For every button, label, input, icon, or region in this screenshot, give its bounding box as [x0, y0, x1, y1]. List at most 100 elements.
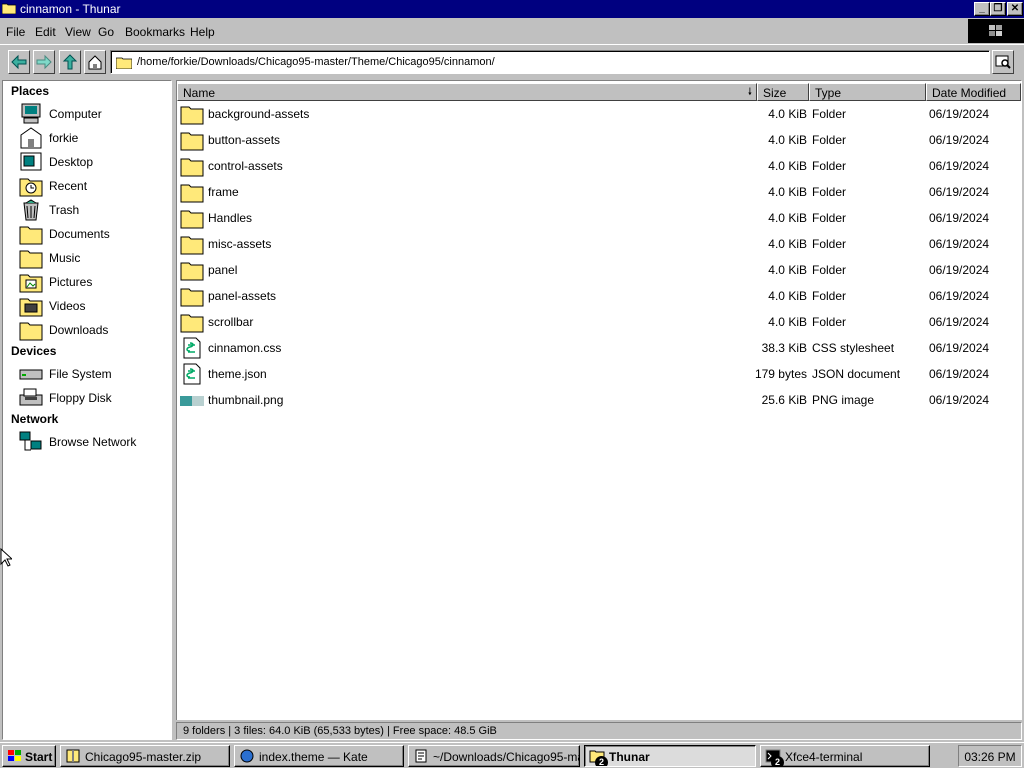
file-size: 25.6 KiB	[761, 393, 807, 407]
task-label: index.theme — Kate	[259, 750, 368, 764]
sidebar-item-floppy-disk[interactable]: Floppy Disk	[19, 387, 169, 409]
title-bar[interactable]: cinnamon - Thunar _ ❐ ✕	[0, 0, 1024, 18]
file-row[interactable]: Handles 4.0 KiB Folder 06/19/2024	[177, 205, 1021, 231]
menu-go[interactable]: Go	[98, 25, 114, 39]
editor-icon	[415, 749, 427, 763]
forward-button[interactable]	[33, 50, 55, 74]
task-kate[interactable]: index.theme — Kate	[234, 745, 404, 767]
file-type: CSS stylesheet	[812, 341, 895, 355]
arrow-right-icon	[36, 54, 52, 70]
sidebar-item-forkie[interactable]: forkie	[19, 127, 169, 149]
menu-bookmarks[interactable]: Bookmarks	[125, 25, 185, 39]
sidebar-item-downloads[interactable]: Downloads	[19, 319, 169, 341]
task-thunar[interactable]: 2 Thunar	[584, 745, 756, 767]
minimize-button[interactable]: _	[974, 2, 990, 16]
sidebar-item-browse-network[interactable]: Browse Network	[19, 431, 169, 453]
archive-icon	[66, 749, 80, 763]
task-editor[interactable]: ~/Downloads/Chicago95-ma...	[408, 745, 580, 767]
file-size: 4.0 KiB	[768, 237, 807, 251]
file-size: 4.0 KiB	[768, 289, 807, 303]
file-type: Folder	[812, 237, 847, 251]
file-name: button-assets	[208, 133, 281, 147]
window-count-badge: 2	[595, 756, 608, 766]
file-row[interactable]: misc-assets 4.0 KiB Folder 06/19/2024	[177, 231, 1021, 257]
file-name: background-assets	[208, 107, 310, 121]
file-name: panel-assets	[208, 289, 277, 303]
system-clock[interactable]: 03:26 PM	[958, 745, 1022, 767]
file-row[interactable]: scrollbar 4.0 KiB Folder 06/19/2024	[177, 309, 1021, 335]
file-date: 06/19/2024	[929, 367, 990, 381]
arrow-up-icon	[62, 54, 78, 70]
folder-icon	[19, 250, 43, 269]
windows-logo-icon	[8, 750, 21, 761]
home-icon	[88, 55, 102, 70]
sidebar-item-label: File System	[49, 367, 112, 381]
file-row[interactable]: panel-assets 4.0 KiB Folder 06/19/2024	[177, 283, 1021, 309]
sidebar-item-label: Floppy Disk	[49, 391, 112, 405]
file-name: misc-assets	[208, 237, 272, 251]
file-size: 4.0 KiB	[768, 133, 807, 147]
sidebar-item-desktop[interactable]: Desktop	[19, 151, 169, 173]
file-row[interactable]: button-assets 4.0 KiB Folder 06/19/2024	[177, 127, 1021, 153]
task-chicago95-zip[interactable]: Chicago95-master.zip	[60, 745, 230, 767]
file-row[interactable]: panel 4.0 KiB Folder 06/19/2024	[177, 257, 1021, 283]
file-size: 38.3 KiB	[761, 341, 807, 355]
back-button[interactable]	[8, 50, 30, 74]
sidebar-item-file-system[interactable]: File System	[19, 363, 169, 385]
sort-down-icon: 🠗	[747, 87, 752, 98]
location-bar[interactable]: /home/forkie/Downloads/Chicago95-master/…	[110, 50, 990, 74]
file-row[interactable]: control-assets 4.0 KiB Folder 06/19/2024	[177, 153, 1021, 179]
file-size: 4.0 KiB	[768, 211, 807, 225]
up-button[interactable]	[59, 50, 81, 74]
image-file-icon	[180, 396, 204, 406]
file-row[interactable]: cinnamon.css 38.3 KiB CSS stylesheet 06/19/…	[177, 335, 1021, 361]
folder-icon	[2, 3, 16, 14]
file-row[interactable]: thumbnail.png 25.6 KiB PNG image 06/19/2024	[177, 387, 1021, 413]
sidebar-item-pictures[interactable]: Pictures	[19, 271, 169, 293]
file-date: 06/19/2024	[929, 211, 990, 225]
file-date: 06/19/2024	[929, 133, 990, 147]
file-type: Folder	[812, 185, 847, 199]
column-name[interactable]: Name 🠗	[177, 83, 757, 101]
file-row[interactable]: theme.json 179 bytes JSON document 06/19/20…	[177, 361, 1021, 387]
folder-icon	[180, 236, 204, 255]
file-name: scrollbar	[208, 315, 254, 329]
sidebar-item-label: Desktop	[49, 155, 94, 169]
folder-icon	[180, 158, 204, 177]
start-button[interactable]: Start	[2, 745, 56, 767]
file-type: Folder	[812, 211, 847, 225]
sidebar-item-label: Trash	[49, 203, 80, 217]
column-type[interactable]: Type	[809, 83, 926, 101]
close-button[interactable]: ✕	[1007, 2, 1023, 16]
sidebar-item-computer[interactable]: Computer	[19, 103, 169, 125]
sidebar-item-music[interactable]: Music	[19, 247, 169, 269]
home-button[interactable]	[84, 50, 106, 74]
menu-help[interactable]: Help	[190, 25, 215, 39]
menu-view[interactable]: View	[65, 25, 91, 39]
column-date-modified[interactable]: Date Modified	[926, 83, 1021, 101]
recent-icon	[19, 178, 43, 197]
sidebar-item-label: Recent	[49, 179, 88, 193]
location-path[interactable]: /home/forkie/Downloads/Chicago95-master/…	[137, 56, 495, 68]
file-row[interactable]: background-assets 4.0 KiB Folder 06/19/2024	[177, 101, 1021, 127]
menu-file[interactable]: File	[6, 25, 25, 39]
sidebar-item-documents[interactable]: Documents	[19, 223, 169, 245]
desktop-icon	[20, 152, 42, 171]
maximize-button[interactable]: ❐	[990, 2, 1006, 16]
menu-edit[interactable]: Edit	[35, 25, 56, 39]
file-row[interactable]: frame 4.0 KiB Folder 06/19/2024	[177, 179, 1021, 205]
column-size[interactable]: Size	[757, 83, 809, 101]
search-button[interactable]	[992, 50, 1014, 74]
file-date: 06/19/2024	[929, 393, 990, 407]
folder-icon	[116, 57, 132, 69]
sidebar-heading-places: Places	[11, 84, 50, 98]
file-type: Folder	[812, 107, 847, 121]
windows-logo-icon	[989, 25, 1002, 36]
folder-icon	[180, 314, 204, 333]
task-terminal[interactable]: 2 Xfce4-terminal	[760, 745, 930, 767]
sidebar-item-recent[interactable]: Recent	[19, 175, 169, 197]
file-type: Folder	[812, 133, 847, 147]
sidebar-item-trash[interactable]: Trash	[19, 199, 169, 221]
text-file-icon	[183, 337, 201, 359]
sidebar-item-videos[interactable]: Videos	[19, 295, 169, 317]
